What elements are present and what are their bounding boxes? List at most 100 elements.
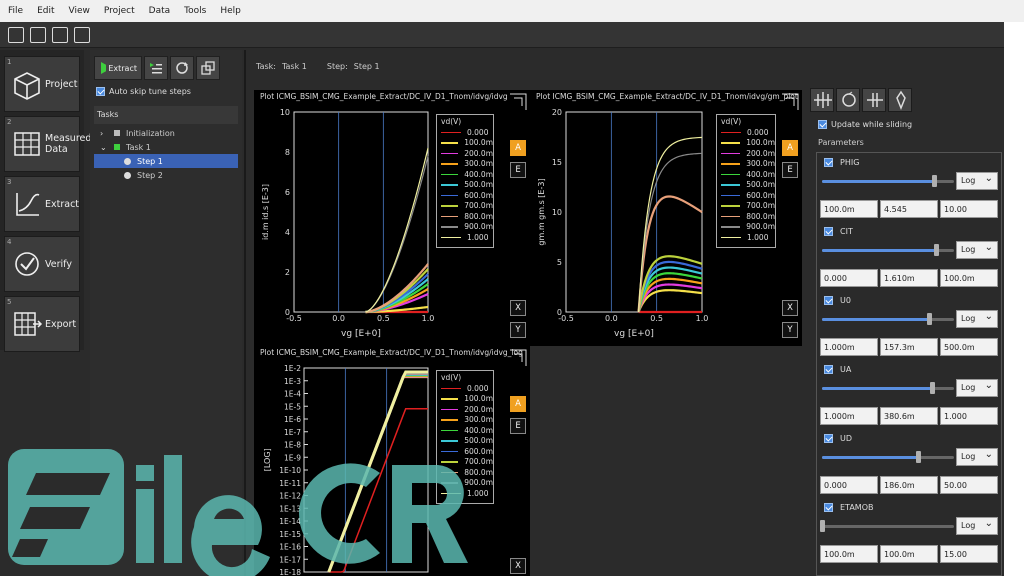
axis-button-y[interactable]: Y [510, 322, 526, 338]
tree-item-step-2[interactable]: Step 2 [94, 168, 238, 182]
param-max-field[interactable]: 15.00 [940, 545, 998, 563]
param-slider[interactable] [822, 313, 954, 325]
param-enable-checkbox[interactable] [824, 434, 833, 443]
step-list-button[interactable] [144, 56, 168, 80]
param-slider[interactable] [822, 244, 954, 256]
tree-item-initialization[interactable]: › Initialization [94, 126, 238, 140]
slider-handle[interactable] [916, 451, 922, 463]
legend-label: 500.0m [464, 436, 493, 446]
menu-view[interactable]: View [69, 6, 90, 16]
nav-measured-data[interactable]: 2 Measured Data [4, 116, 91, 172]
plot-idvg[interactable]: Plot ICMG_BSIM_CMG_Example_Extract/DC_IV… [254, 90, 530, 346]
param-slider[interactable] [822, 382, 954, 394]
scale-select[interactable]: Log [956, 448, 998, 466]
slider-handle[interactable] [926, 313, 932, 325]
save-icon[interactable] [74, 26, 90, 43]
menu-edit[interactable]: Edit [37, 6, 54, 16]
nav-extract[interactable]: 3 Extract [4, 176, 80, 232]
refresh-button[interactable] [170, 56, 194, 80]
param-max-field[interactable]: 50.00 [940, 476, 998, 494]
nav-project[interactable]: 1 Project [4, 56, 80, 112]
legend-swatch [721, 184, 741, 186]
legend-label: 100.0m [464, 394, 493, 404]
legend-entry: 400.0m [437, 425, 493, 436]
slider-handle[interactable] [929, 382, 935, 394]
slider-handle[interactable] [933, 244, 939, 256]
axis-button-e[interactable]: E [510, 162, 526, 178]
axis-button-a[interactable]: A [510, 396, 526, 412]
param-min-field[interactable]: 1.000m [820, 338, 878, 356]
menu-help[interactable]: Help [220, 6, 241, 16]
menu-data[interactable]: Data [149, 6, 171, 16]
scale-select[interactable]: Log [956, 241, 998, 259]
param-min-field[interactable]: 0.000 [820, 476, 878, 494]
menu-project[interactable]: Project [104, 6, 135, 16]
probe-button[interactable] [888, 88, 912, 112]
scale-select[interactable]: Log [956, 517, 998, 535]
param-max-field[interactable]: 500.0m [940, 338, 998, 356]
axis-button-y[interactable]: Y [782, 322, 798, 338]
param-value-field[interactable]: 100.0m [880, 545, 938, 563]
axis-button-e[interactable]: E [782, 162, 798, 178]
param-value-field[interactable]: 186.0m [880, 476, 938, 494]
param-enable-checkbox[interactable] [824, 503, 833, 512]
param-slider[interactable] [822, 451, 954, 463]
tree-item-step-1[interactable]: Step 1 [94, 154, 238, 168]
x-tick-label: 0.0 [332, 314, 345, 323]
axis-button-x[interactable]: X [510, 558, 526, 574]
param-max-field[interactable]: 1.000 [940, 407, 998, 425]
slider-handle[interactable] [932, 175, 938, 187]
param-slider[interactable] [822, 175, 954, 187]
tree-item-task-1[interactable]: ⌄ Task 1 [94, 140, 238, 154]
param-min-field[interactable]: 100.0m [820, 200, 878, 218]
grid-icon [14, 132, 40, 156]
param-max-field[interactable]: 100.0m [940, 269, 998, 287]
param-value-field[interactable]: 4.545 [880, 200, 938, 218]
param-value-field[interactable]: 157.3m [880, 338, 938, 356]
scale-select[interactable]: Log [956, 310, 998, 328]
param-header: U0 [824, 296, 851, 305]
param-value-field[interactable]: 1.610m [880, 269, 938, 287]
param-min-field[interactable]: 1.000m [820, 407, 878, 425]
new-project-icon[interactable] [8, 26, 24, 43]
marker-button[interactable] [862, 88, 886, 112]
param-enable-checkbox[interactable] [824, 227, 833, 236]
nav-step-number: 3 [7, 178, 12, 186]
menu-tools[interactable]: Tools [184, 6, 206, 16]
axis-button-a[interactable]: A [782, 140, 798, 156]
param-enable-checkbox[interactable] [824, 365, 833, 374]
param-min-field[interactable]: 0.000 [820, 269, 878, 287]
plot-gm[interactable]: Plot ICMG_BSIM_CMG_Example_Extract/DC_IV… [530, 90, 802, 346]
nav-export[interactable]: 5 Export [4, 296, 80, 352]
axis-button-a[interactable]: A [510, 140, 526, 156]
extract-button[interactable]: Extract [94, 56, 142, 80]
y-tick-label: 1E-5 [284, 402, 301, 411]
legend-label: 700.0m [746, 201, 775, 211]
sweep-button[interactable] [810, 88, 834, 112]
chevron-right-icon[interactable]: › [100, 129, 110, 138]
legend-entry: 1.000 [717, 232, 775, 243]
update-while-sliding-checkbox[interactable]: Update while sliding [818, 120, 912, 129]
rotate-button[interactable] [836, 88, 860, 112]
axis-button-e[interactable]: E [510, 418, 526, 434]
param-enable-checkbox[interactable] [824, 296, 833, 305]
chevron-down-icon[interactable]: ⌄ [100, 143, 110, 152]
copy-button[interactable] [196, 56, 220, 80]
auto-skip-checkbox[interactable]: Auto skip tune steps [96, 87, 191, 96]
nav-verify[interactable]: 4 Verify [4, 236, 80, 292]
param-enable-checkbox[interactable] [824, 158, 833, 167]
scale-select[interactable]: Log [956, 379, 998, 397]
slider-handle[interactable] [820, 520, 825, 532]
scale-select[interactable]: Log [956, 172, 998, 190]
open-icon[interactable] [30, 26, 46, 43]
param-slider[interactable] [820, 520, 954, 532]
tasks-header: Tasks [94, 106, 238, 124]
param-min-field[interactable]: 100.0m [820, 545, 878, 563]
param-value-field[interactable]: 380.6m [880, 407, 938, 425]
param-max-field[interactable]: 10.00 [940, 200, 998, 218]
axis-button-x[interactable]: X [782, 300, 798, 316]
axis-button-x[interactable]: X [510, 300, 526, 316]
nav-step-number: 2 [7, 118, 12, 126]
import-icon[interactable] [52, 26, 68, 43]
menu-file[interactable]: File [8, 6, 23, 16]
